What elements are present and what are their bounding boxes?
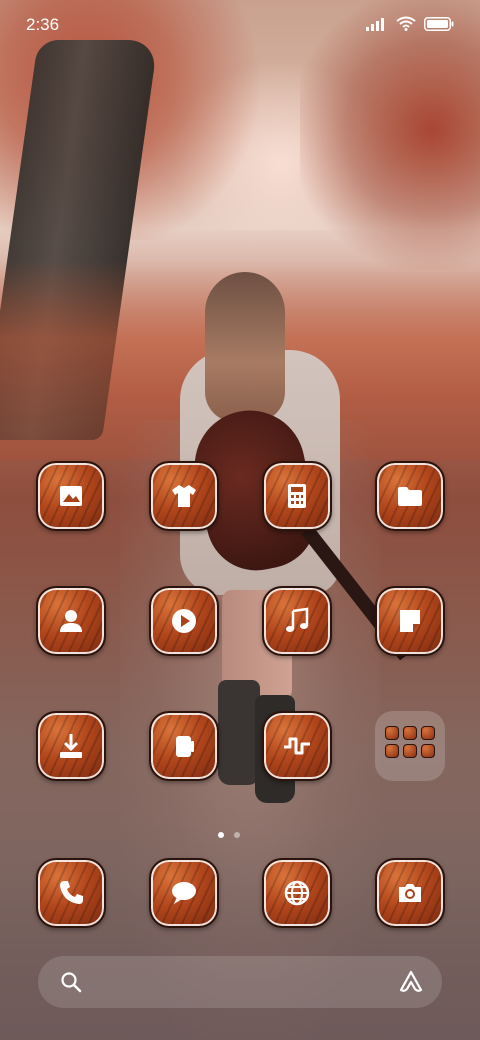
wallpaper-girl-hair <box>205 272 285 422</box>
notes-app-icon[interactable] <box>375 586 445 656</box>
waveform-icon <box>284 737 310 755</box>
status-time: 2:36 <box>26 15 60 34</box>
download-icon <box>60 734 82 758</box>
wallpaper-boot-left <box>218 680 260 785</box>
image-icon <box>60 486 82 506</box>
wifi-icon <box>396 16 416 31</box>
page-indicator <box>218 832 240 838</box>
messages-app-icon[interactable] <box>149 858 219 928</box>
search-icon[interactable] <box>60 971 82 993</box>
calculator-app-icon[interactable] <box>262 461 332 531</box>
page-dot-active[interactable] <box>218 832 224 838</box>
folder-mini-icon <box>403 726 417 740</box>
files-app-icon[interactable] <box>375 461 445 531</box>
video-app-icon[interactable] <box>149 586 219 656</box>
globe-icon <box>284 880 310 906</box>
status-icons <box>366 16 454 31</box>
home-screen: 2:36 <box>0 0 480 1040</box>
music-note-icon <box>286 607 309 632</box>
page-dot[interactable] <box>234 832 240 838</box>
downloads-app-icon[interactable] <box>36 711 106 781</box>
search-bar[interactable] <box>38 956 442 1008</box>
folder-mini-icon <box>421 744 435 758</box>
battery-icon <box>424 16 454 31</box>
calculator-icon <box>288 484 306 508</box>
status-bar: 2:36 <box>0 0 480 50</box>
recorder-app-icon[interactable] <box>262 711 332 781</box>
folder-mini-icon <box>385 726 399 740</box>
folder-mini-icon <box>403 744 417 758</box>
phone-app-icon[interactable] <box>36 858 106 928</box>
app-folder[interactable] <box>375 711 445 781</box>
gallery-app-icon[interactable] <box>36 461 106 531</box>
wallet-app-icon[interactable] <box>149 711 219 781</box>
folder-icon <box>398 487 422 506</box>
browser-app-icon[interactable] <box>262 858 332 928</box>
folder-mini-icon <box>385 744 399 758</box>
camera-icon <box>399 884 421 902</box>
assistant-icon[interactable] <box>398 969 424 995</box>
folder-mini-icon <box>421 726 435 740</box>
signal-icon <box>366 17 384 31</box>
phone-icon <box>60 881 83 904</box>
music-app-icon[interactable] <box>262 586 332 656</box>
themes-app-icon[interactable] <box>149 461 219 531</box>
person-icon <box>60 610 82 632</box>
note-icon <box>400 610 420 632</box>
wallet-icon <box>176 736 194 757</box>
tshirt-icon <box>172 485 196 507</box>
chat-bubble-icon <box>172 882 196 904</box>
camera-app-icon[interactable] <box>375 858 445 928</box>
contacts-app-icon[interactable] <box>36 586 106 656</box>
play-icon <box>172 609 196 633</box>
